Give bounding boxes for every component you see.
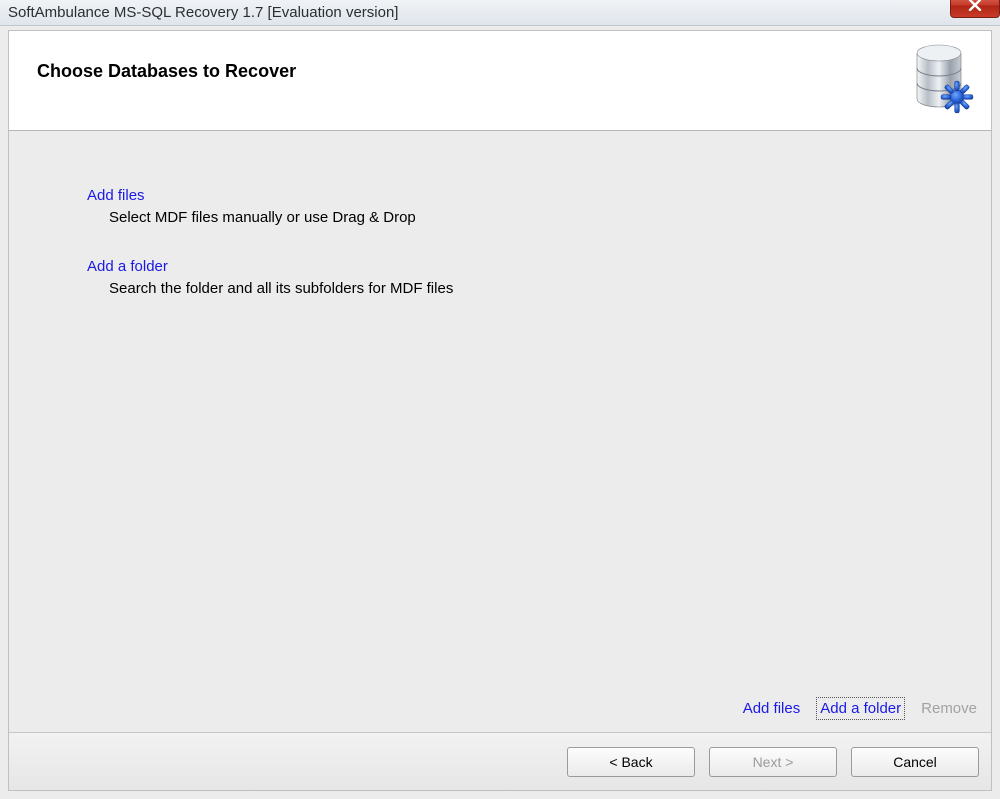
wizard-body: Choose Databases to Recover bbox=[8, 30, 992, 791]
button-bar: < Back Next > Cancel bbox=[9, 732, 991, 790]
close-icon bbox=[968, 0, 982, 14]
window-title: SoftAmbulance MS-SQL Recovery 1.7 [Evalu… bbox=[8, 4, 398, 21]
add-files-description: Select MDF files manually or use Drag & … bbox=[87, 209, 991, 226]
action-links-row: Add files Add a folder Remove bbox=[743, 699, 977, 718]
action-add-files[interactable]: Add files bbox=[743, 700, 801, 717]
add-files-link[interactable]: Add files bbox=[87, 187, 145, 204]
database-icon bbox=[911, 43, 977, 121]
app-window: SoftAmbulance MS-SQL Recovery 1.7 [Evalu… bbox=[0, 0, 1000, 799]
add-folder-link[interactable]: Add a folder bbox=[87, 258, 168, 275]
page-title: Choose Databases to Recover bbox=[37, 61, 991, 82]
action-add-folder[interactable]: Add a folder bbox=[818, 699, 903, 718]
action-remove: Remove bbox=[921, 700, 977, 717]
titlebar: SoftAmbulance MS-SQL Recovery 1.7 [Evalu… bbox=[0, 0, 1000, 26]
option-add-folder: Add a folder Search the folder and all i… bbox=[87, 258, 991, 297]
cancel-button[interactable]: Cancel bbox=[851, 747, 979, 777]
content-area: Add files Select MDF files manually or u… bbox=[9, 131, 991, 732]
next-button: Next > bbox=[709, 747, 837, 777]
back-button[interactable]: < Back bbox=[567, 747, 695, 777]
add-folder-description: Search the folder and all its subfolders… bbox=[87, 280, 991, 297]
option-add-files: Add files Select MDF files manually or u… bbox=[87, 187, 991, 226]
wizard-header: Choose Databases to Recover bbox=[9, 31, 991, 131]
close-button[interactable] bbox=[950, 0, 1000, 18]
